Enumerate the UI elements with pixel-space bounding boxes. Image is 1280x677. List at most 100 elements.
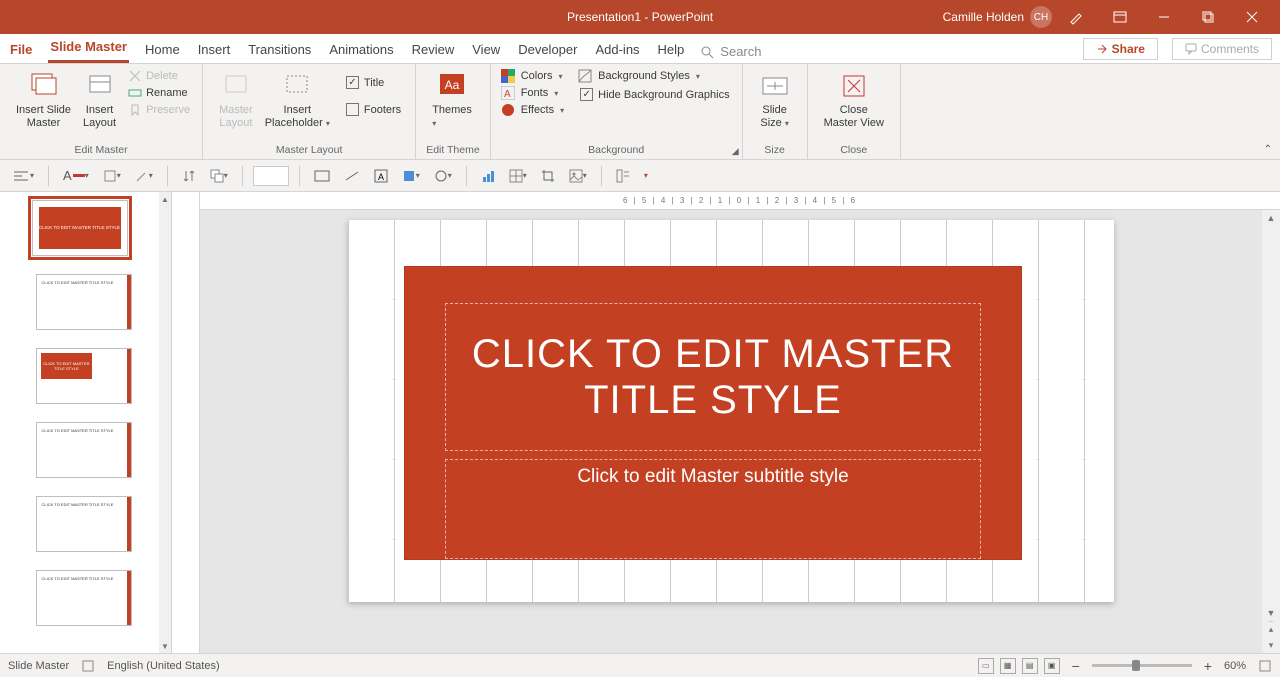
tab-animations[interactable]: Animations	[327, 38, 395, 63]
tab-home[interactable]: Home	[143, 38, 182, 63]
tab-addins[interactable]: Add-ins	[593, 38, 641, 63]
minimize-button[interactable]	[1144, 0, 1184, 34]
zoom-value[interactable]: 60%	[1224, 660, 1246, 672]
slide-canvas[interactable]: Click to edit Master title style Click t…	[348, 220, 1114, 602]
collapse-ribbon-button[interactable]: ⌃	[1264, 144, 1272, 155]
comments-button[interactable]: Comments	[1172, 38, 1272, 60]
accessibility-icon[interactable]	[81, 659, 95, 673]
effects-icon	[501, 103, 515, 117]
colors-dropdown[interactable]: Colors▾	[501, 68, 564, 84]
effects-dropdown[interactable]: Effects▾	[501, 102, 564, 118]
vertical-ruler	[172, 192, 200, 653]
rename-icon	[128, 86, 142, 100]
document-title: Presentation1	[567, 10, 641, 24]
tab-insert[interactable]: Insert	[196, 38, 233, 63]
thumbnail-scrollbar[interactable]: ▲ ▼	[159, 192, 171, 653]
font-color-dropdown[interactable]: A▾	[59, 165, 93, 187]
user-name: Camille Holden	[943, 10, 1024, 24]
svg-text:A: A	[504, 89, 511, 100]
arrange-dropdown[interactable]: ▾	[206, 165, 232, 187]
zoom-out-button[interactable]: −	[1072, 658, 1080, 674]
tab-developer[interactable]: Developer	[516, 38, 579, 63]
scroll-up-button[interactable]: ▲	[1267, 210, 1276, 226]
footers-checkbox[interactable]: Footers	[344, 101, 403, 118]
tab-file[interactable]: File	[8, 38, 34, 63]
tab-help[interactable]: Help	[656, 38, 687, 63]
sorter-view-button[interactable]: ▦	[1000, 658, 1016, 674]
master-layout-icon	[220, 70, 252, 102]
scroll-up-icon[interactable]: ▲	[159, 192, 171, 206]
insert-slide-master-icon	[28, 70, 60, 102]
slide-thumbnails-panel: CLICK TO EDIT MASTER TITLE STYLE CLICK T…	[0, 192, 159, 653]
tab-review[interactable]: Review	[410, 38, 457, 63]
scroll-down-button[interactable]: ▼	[1267, 605, 1276, 621]
share-button[interactable]: Share	[1083, 38, 1158, 60]
slideshow-view-button[interactable]: ▣	[1044, 658, 1060, 674]
textbox-button[interactable]: A	[370, 165, 392, 187]
thumbnail-layout-5[interactable]: CLICK TO EDIT MASTER TITLE STYLE	[36, 570, 132, 626]
slide-size-button[interactable]: Slide Size ▾	[753, 68, 797, 142]
tab-slide-master[interactable]: Slide Master	[48, 35, 129, 63]
zoom-in-button[interactable]: +	[1204, 658, 1212, 674]
highlight-dropdown[interactable]: ▾	[99, 165, 125, 187]
line-shape-button[interactable]	[340, 165, 364, 187]
next-slide-button[interactable]: ▾	[1269, 637, 1274, 653]
status-language[interactable]: English (United States)	[107, 660, 220, 672]
prev-slide-button[interactable]: ▴	[1269, 621, 1274, 637]
rename-button[interactable]: Rename	[126, 85, 192, 101]
fonts-dropdown[interactable]: AFonts▾	[501, 85, 564, 101]
ink-dropdown[interactable]: ▾	[131, 165, 157, 187]
ribbon-display-icon[interactable]	[1100, 0, 1140, 34]
chart-button[interactable]	[477, 165, 499, 187]
share-icon	[1096, 43, 1108, 55]
reading-view-button[interactable]: ▤	[1022, 658, 1038, 674]
insert-slide-master-button[interactable]: Insert Slide Master	[10, 68, 77, 142]
thumbnail-layout-1[interactable]: CLICK TO EDIT MASTER TITLE STYLE	[36, 274, 132, 330]
insert-layout-button[interactable]: Insert Layout	[77, 68, 122, 142]
sort-button[interactable]	[178, 165, 200, 187]
table-dropdown[interactable]: ▾	[505, 165, 531, 187]
tell-me-search[interactable]: Search	[700, 44, 761, 63]
title-placeholder[interactable]: Click to edit Master title style	[445, 303, 981, 451]
background-styles-dropdown[interactable]: Background Styles▾	[578, 68, 731, 84]
align-dropdown[interactable]: ▾	[8, 165, 38, 187]
colors-icon	[501, 69, 515, 83]
svg-text:A: A	[378, 172, 384, 182]
fit-window-button[interactable]	[1258, 659, 1272, 673]
scroll-down-icon[interactable]: ▼	[159, 639, 171, 653]
tab-view[interactable]: View	[470, 38, 502, 63]
maximize-button[interactable]	[1188, 0, 1228, 34]
thumbnail-layout-4[interactable]: CLICK TO EDIT MASTER TITLE STYLE	[36, 496, 132, 552]
zoom-slider[interactable]	[1092, 664, 1192, 667]
search-icon	[700, 45, 714, 59]
insert-placeholder-button[interactable]: Insert Placeholder ▾	[259, 68, 336, 142]
editor-scrollbar[interactable]: ▲ ▼ ▴ ▾	[1262, 210, 1280, 653]
close-window-button[interactable]	[1232, 0, 1272, 34]
normal-view-button[interactable]: ▭	[978, 658, 994, 674]
background-dialog-launcher[interactable]: ◢	[732, 146, 739, 157]
group-label-master-layout: Master Layout	[213, 142, 405, 159]
shape-combo[interactable]	[253, 166, 289, 186]
selection-pane-button[interactable]	[612, 165, 634, 187]
master-layout-button: Master Layout	[213, 68, 259, 142]
subtitle-placeholder[interactable]: Click to edit Master subtitle style	[445, 459, 981, 559]
hide-bg-checkbox[interactable]: ✓Hide Background Graphics	[578, 86, 731, 103]
title-checkbox[interactable]: ✓Title	[344, 74, 403, 91]
crop-button[interactable]	[537, 165, 559, 187]
user-avatar[interactable]: CH	[1030, 6, 1052, 28]
group-label-close: Close	[818, 142, 890, 159]
thumbnail-layout-3[interactable]: CLICK TO EDIT MASTER TITLE STYLE	[36, 422, 132, 478]
shape-outline-dropdown[interactable]: ▾	[430, 165, 456, 187]
close-master-view-button[interactable]: Close Master View	[818, 68, 890, 142]
picture-dropdown[interactable]: ▾	[565, 165, 591, 187]
shape-fill-dropdown[interactable]: ▾	[398, 165, 424, 187]
tab-transitions[interactable]: Transitions	[246, 38, 313, 63]
preserve-icon	[128, 103, 142, 117]
thumbnail-layout-2[interactable]: CLICK TO EDIT MASTER TITLE STYLE	[36, 348, 132, 404]
group-label-size: Size	[753, 142, 797, 159]
rect-shape-button[interactable]	[310, 165, 334, 187]
more-button[interactable]: ▾	[640, 165, 652, 187]
drawing-mode-icon[interactable]	[1056, 0, 1096, 34]
thumbnail-master-1[interactable]: CLICK TO EDIT MASTER TITLE STYLE	[32, 200, 128, 256]
themes-button[interactable]: Aa Themes▾	[426, 68, 478, 142]
